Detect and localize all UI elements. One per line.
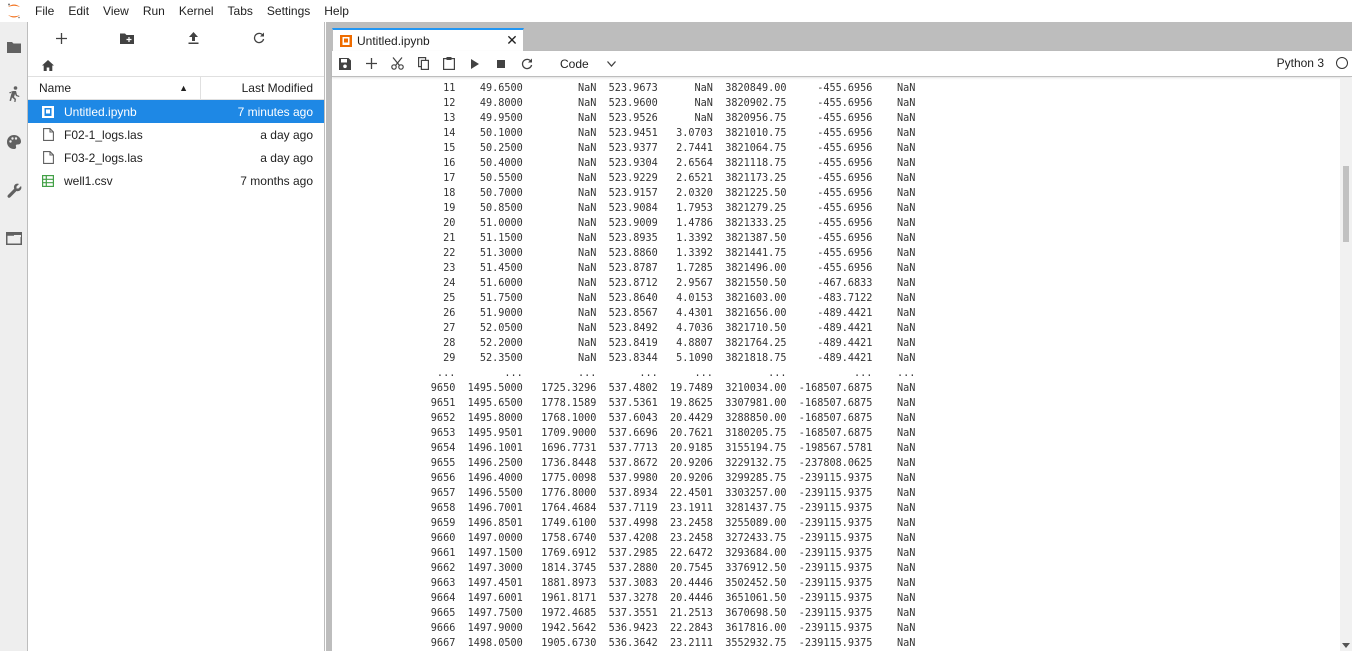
jupyter-logo-icon [0, 0, 28, 22]
cell-type-value: Code [560, 56, 589, 71]
spreadsheet-icon [40, 173, 56, 189]
file-modified: 7 minutes ago [237, 104, 313, 119]
file-row[interactable]: Untitled.ipynb 7 minutes ago [28, 100, 324, 123]
running-icon[interactable] [0, 79, 28, 109]
menu-file[interactable]: File [28, 0, 61, 22]
activity-bar [0, 22, 28, 651]
file-list: Untitled.ipynb 7 minutes ago F02-1_logs.la… [28, 100, 324, 192]
notebook-panel: Code Python 3 10 49.5000 NaN 523.9745 Na… [332, 51, 1352, 651]
file-icon [40, 127, 56, 143]
restart-button[interactable] [514, 52, 540, 76]
menu-run[interactable]: Run [136, 0, 172, 22]
sort-ascending-icon: ▲ [179, 83, 188, 93]
menu-help[interactable]: Help [317, 0, 356, 22]
home-icon[interactable] [42, 59, 54, 71]
copy-button[interactable] [410, 52, 436, 76]
new-folder-button[interactable] [94, 22, 160, 54]
upload-button[interactable] [160, 22, 226, 54]
new-launcher-button[interactable] [28, 22, 94, 54]
menu-settings[interactable]: Settings [260, 0, 317, 22]
kernel-name[interactable]: Python 3 [1277, 51, 1324, 75]
menu-view[interactable]: View [96, 0, 136, 22]
notebook-icon [340, 34, 352, 47]
breadcrumb [28, 54, 324, 76]
notebook-scrollbar[interactable] [1340, 78, 1352, 651]
run-button[interactable] [462, 52, 488, 76]
file-row[interactable]: F03-2_logs.las a day ago [28, 146, 324, 169]
file-modified: a day ago [260, 150, 313, 165]
save-button[interactable] [332, 52, 358, 76]
refresh-button[interactable] [226, 22, 292, 54]
palette-icon[interactable] [0, 127, 28, 157]
upload-icon [188, 32, 198, 44]
menu-tabs[interactable]: Tabs [221, 0, 260, 22]
file-modified: a day ago [260, 127, 313, 142]
plus-icon [365, 58, 377, 69]
file-list-header: Name ▲ Last Modified [28, 76, 324, 100]
menu-kernel[interactable]: Kernel [172, 0, 221, 22]
file-icon [40, 150, 56, 166]
close-icon[interactable]: ✕ [501, 32, 523, 49]
notebook-toolbar: Code Python 3 [332, 51, 1352, 77]
file-name: F03-2_logs.las [64, 150, 143, 165]
file-row[interactable]: well1.csv 7 months ago [28, 169, 324, 192]
tab-label: Untitled.ipynb [357, 33, 430, 48]
wrench-icon[interactable] [0, 175, 28, 205]
cut-button[interactable] [384, 52, 410, 76]
scroll-down-arrow-icon[interactable] [1342, 643, 1350, 648]
insert-cell-button[interactable] [358, 52, 384, 76]
play-icon [471, 58, 479, 69]
menu-bar: File Edit View Run Kernel Tabs Settings … [0, 0, 1352, 22]
file-browser-toolbar [28, 22, 324, 54]
file-name: F02-1_logs.las [64, 127, 143, 142]
file-browser: Name ▲ Last Modified Untitled.ipynb 7 min… [28, 22, 325, 651]
tab-untitled-ipynb[interactable]: Untitled.ipynb ✕ [332, 28, 524, 51]
new-folder-icon [120, 33, 134, 44]
paste-icon [443, 57, 455, 70]
save-icon [339, 57, 351, 70]
cell-type-select[interactable]: Code [546, 54, 616, 74]
file-row[interactable]: F02-1_logs.las a day ago [28, 123, 324, 146]
plus-icon [55, 32, 67, 44]
name-header-label: Name [39, 81, 72, 95]
cell-output: 10 49.5000 NaN 523.9745 NaN 3820795.25 -… [332, 78, 1340, 651]
modified-header-label: Last Modified [241, 81, 313, 95]
refresh-icon [521, 58, 533, 69]
tabs-icon[interactable] [0, 223, 28, 253]
cut-icon [390, 57, 404, 70]
file-name: well1.csv [64, 173, 113, 188]
file-modified: 7 months ago [240, 173, 313, 188]
modified-column-header[interactable]: Last Modified [201, 77, 324, 99]
name-column-header[interactable]: Name ▲ [28, 77, 201, 99]
kernel-status-idle-icon [1336, 57, 1348, 69]
folder-icon[interactable] [0, 32, 28, 62]
stop-icon [497, 59, 505, 68]
paste-button[interactable] [436, 52, 462, 76]
copy-icon [417, 57, 429, 70]
interrupt-button[interactable] [488, 52, 514, 76]
file-name: Untitled.ipynb [64, 104, 137, 119]
chevron-down-icon [607, 60, 616, 67]
scrollbar-thumb[interactable] [1343, 166, 1349, 242]
menu-edit[interactable]: Edit [61, 0, 96, 22]
tab-bar: Untitled.ipynb ✕ [332, 28, 524, 51]
dataframe-output: 10 49.5000 NaN 523.9745 NaN 3820795.25 -… [430, 78, 916, 649]
notebook-icon [40, 104, 56, 120]
refresh-icon [253, 32, 265, 44]
